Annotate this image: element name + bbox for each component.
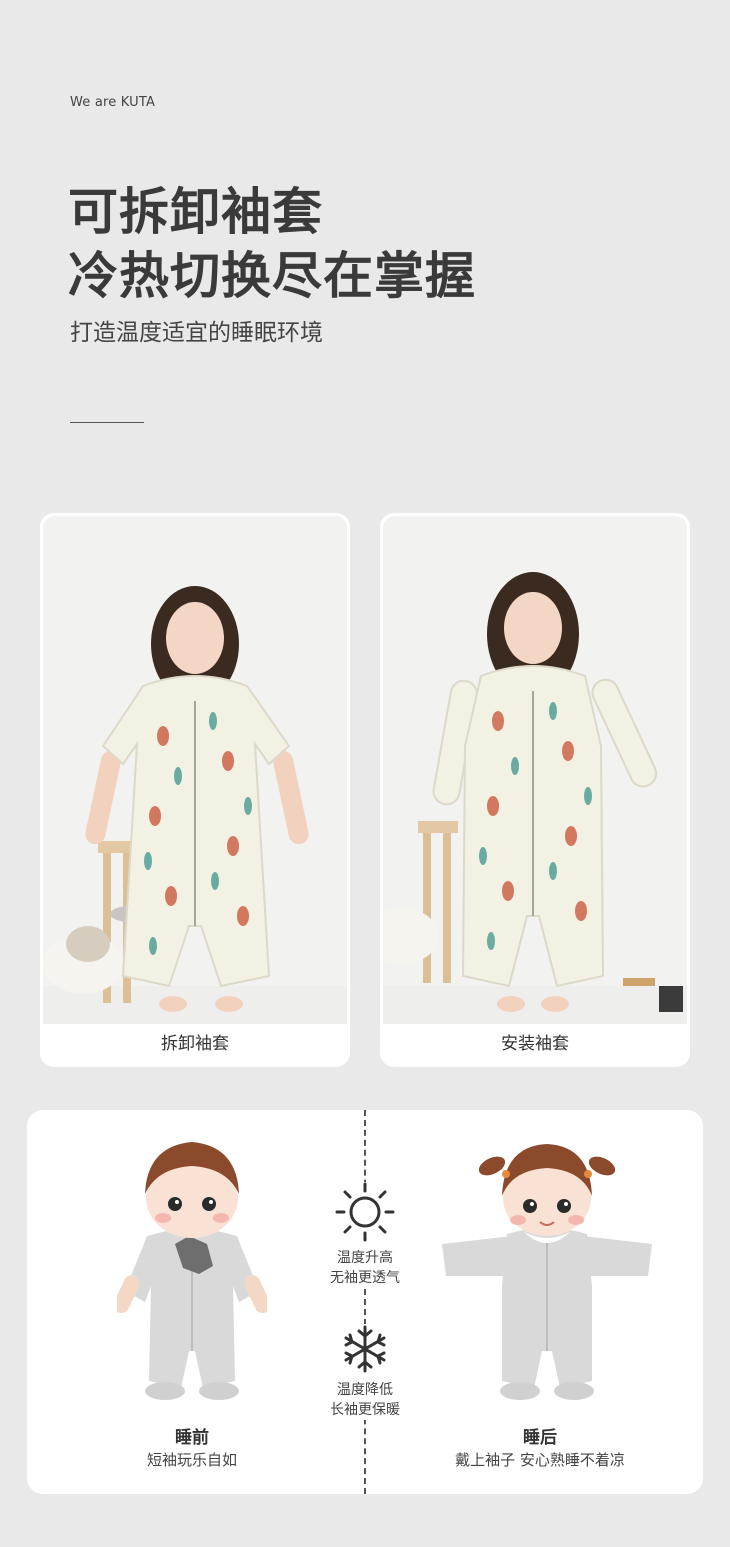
page-subtitle: 打造温度适宜的睡眠环境 bbox=[70, 320, 323, 346]
photo-card-sleeves-removed: 拆卸袖套 bbox=[40, 513, 350, 1067]
before-sleep-subtitle: 短袖玩乐自如 bbox=[146, 1451, 237, 1469]
title-line-2: 冷热切换尽在掌握 bbox=[68, 247, 476, 305]
warm-tip-line-1: 温度升高 bbox=[337, 1250, 393, 1266]
after-sleep-label: 睡后 戴上袖子 安心熟睡不着凉 bbox=[420, 1426, 660, 1471]
before-sleep-title: 睡前 bbox=[175, 1428, 209, 1448]
boy-short-sleeve-illustration bbox=[117, 1142, 267, 1400]
center-dashed-divider bbox=[364, 1110, 366, 1494]
warm-tip-line-2: 无袖更透气 bbox=[330, 1270, 400, 1286]
cold-tip-line-2: 长袖更保暖 bbox=[330, 1402, 400, 1418]
child-photo-long-sleeve bbox=[383, 516, 687, 1024]
page-title: 可拆卸袖套 冷热切换尽在掌握 bbox=[68, 180, 476, 308]
title-divider bbox=[70, 422, 144, 423]
sleeve-comparison-panel: 温度升高 无袖更透气 温度降低 长袖更保暖 睡前 短袖玩乐自如 睡后 戴上袖子 … bbox=[27, 1110, 703, 1494]
before-sleep-label: 睡前 短袖玩乐自如 bbox=[72, 1426, 312, 1471]
after-sleep-title: 睡后 bbox=[523, 1428, 557, 1448]
photo-card-sleeves-attached: 安装袖套 bbox=[380, 513, 690, 1067]
sun-icon bbox=[335, 1182, 395, 1242]
girl-long-sleeve-illustration bbox=[442, 1144, 652, 1400]
title-line-1: 可拆卸袖套 bbox=[68, 183, 323, 241]
cold-weather-tip: 温度降低 长袖更保暖 bbox=[295, 1324, 435, 1420]
cold-tip-line-1: 温度降低 bbox=[337, 1382, 393, 1398]
warm-weather-tip: 温度升高 无袖更透气 bbox=[295, 1182, 435, 1288]
after-sleep-subtitle: 戴上袖子 安心熟睡不着凉 bbox=[455, 1451, 625, 1469]
brand-label: We are KUTA bbox=[70, 95, 156, 110]
photo-caption: 安装袖套 bbox=[501, 1034, 569, 1054]
child-photo-short-sleeve bbox=[43, 516, 347, 1024]
photo-caption: 拆卸袖套 bbox=[161, 1034, 229, 1054]
snowflake-icon bbox=[344, 1325, 386, 1373]
